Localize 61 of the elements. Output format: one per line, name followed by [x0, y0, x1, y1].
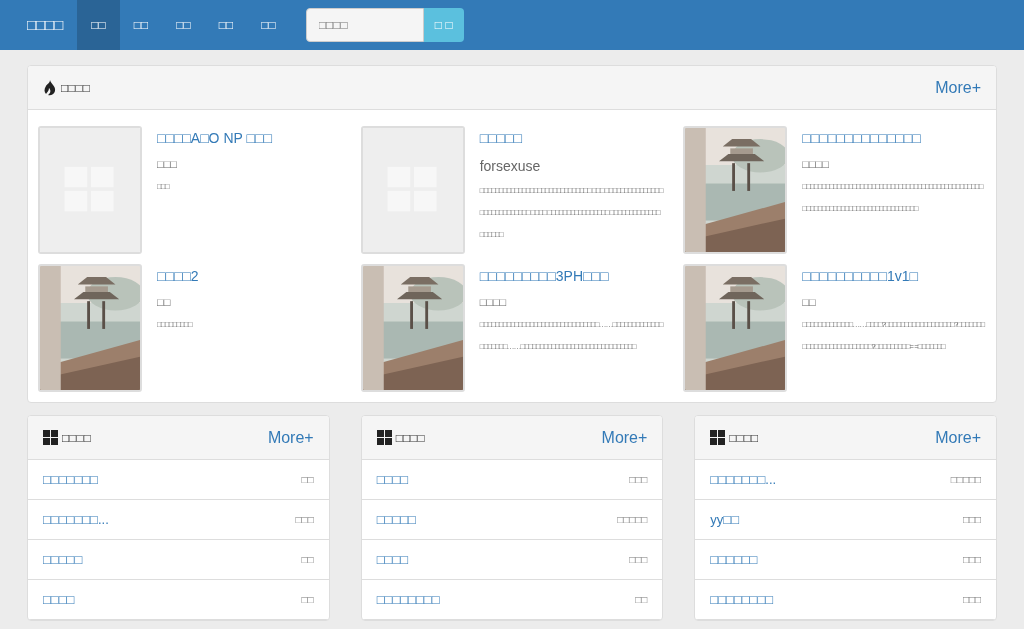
panel-title: □□□□	[62, 430, 91, 445]
more-link[interactable]: More+	[935, 78, 981, 97]
more-link[interactable]: More+	[267, 428, 314, 447]
author-name: □□□	[629, 474, 648, 485]
panel-title: □□□□	[395, 430, 425, 445]
book-link[interactable]: □□□□	[376, 472, 409, 487]
book-author: □□□□	[479, 296, 508, 308]
author-name: □□	[301, 594, 314, 605]
book-author: □□	[157, 296, 172, 308]
book-title[interactable]: □□□□□	[479, 130, 664, 146]
author-name: □□□	[962, 594, 981, 605]
book-title[interactable]: □□□□□□□□□□1v1□	[802, 268, 986, 284]
author-name: □□□	[629, 554, 648, 565]
author-name: □□□□□	[617, 514, 648, 525]
book-description: □□□□□□□□□□□□□……□□□□?□□□□□□□□□□□□□□□□□□?□□□□□□□□□□□□□□□□□□□□□□□□□?□□□□□□□□□= =□□□□□□□	[802, 319, 986, 353]
nav-link[interactable]: □□	[162, 0, 205, 50]
grid-icon	[376, 430, 392, 445]
nav-link[interactable]: □□	[204, 0, 248, 50]
panel-title: □□□□	[61, 80, 90, 95]
author-name: □□	[301, 554, 314, 565]
book-description: □□□□□□□□□□□□□□□□□□□□□□□□□□□□□ □□□ □□□□□□□□□□□□□□□□□□□□□□□□□□□□ □□□□ □□□□□□□□□□□□□□□□ □□□□□□□□□□□□□□□□□□□	[479, 185, 664, 241]
more-link[interactable]: More+	[601, 428, 648, 447]
book-title[interactable]: □□□□□□□□□3PH□□□	[479, 268, 664, 284]
book-title[interactable]: □□□□A□O NP □□□	[157, 130, 272, 146]
search-field[interactable]: □□□□	[305, 8, 424, 42]
book-link[interactable]: □□□□□	[376, 512, 416, 527]
nav-link[interactable]: □□	[247, 0, 290, 50]
author-name: □□□	[962, 514, 981, 525]
author-name: □□	[635, 594, 648, 605]
book-description: □□□□□□□□□□□□□□□□□□□□□□□□□□□□□□□……□□□□□□□□□□□□□□□□□□□□……□□□□□□□□□□□□□□□□□□□□□□□□□□□□□□	[479, 319, 664, 353]
book-title[interactable]: □□□□□□□□□□□□□□	[802, 130, 986, 146]
author-name: □□□	[962, 554, 981, 565]
grid-icon	[710, 430, 726, 445]
panel-title: □□□□	[729, 430, 759, 445]
author-name: □□	[301, 474, 314, 485]
book-link[interactable]: □□□□	[376, 552, 409, 567]
nav-link[interactable]: □□	[77, 0, 120, 50]
book-description: □□□	[157, 181, 171, 193]
book-link[interactable]: □□□□□□□□	[710, 592, 774, 607]
book-link[interactable]: □□□□□□□...	[43, 512, 109, 527]
book-link[interactable]: □□□□□□□...	[710, 472, 777, 487]
author-name: □□□□□	[950, 474, 981, 485]
book-link[interactable]: □□□□	[43, 592, 75, 607]
book-description: □□□□□□□□□□□□□□□□□□□□□□□□□□□□□□□□□□□□□□□□□□□□□□□□□□□□□□□□□□□□□□□□□□□□□□□□□□□□□	[802, 181, 984, 215]
book-link[interactable]: □□□□□□□	[43, 472, 98, 487]
grid-icon	[43, 430, 58, 445]
book-link[interactable]: □□□□□	[43, 552, 83, 567]
site-brand[interactable]: □□□□	[15, 0, 78, 50]
more-link[interactable]: More+	[935, 428, 981, 447]
book-description: □□□□□□□□□	[157, 319, 194, 331]
book-author: □□□	[157, 158, 178, 170]
book-author: forsexuse	[479, 158, 542, 174]
book-link[interactable]: □□□□□□	[710, 552, 758, 567]
book-title[interactable]: □□□□2	[157, 268, 199, 284]
book-link[interactable]: yy□□	[710, 512, 740, 527]
nav-link[interactable]: □□	[119, 0, 163, 50]
author-name: □□□	[295, 514, 314, 525]
book-author: □□□□	[802, 158, 830, 170]
fire-icon	[43, 79, 57, 96]
book-author: □□	[802, 296, 817, 308]
book-link[interactable]: □□□□□□□□	[376, 592, 440, 607]
